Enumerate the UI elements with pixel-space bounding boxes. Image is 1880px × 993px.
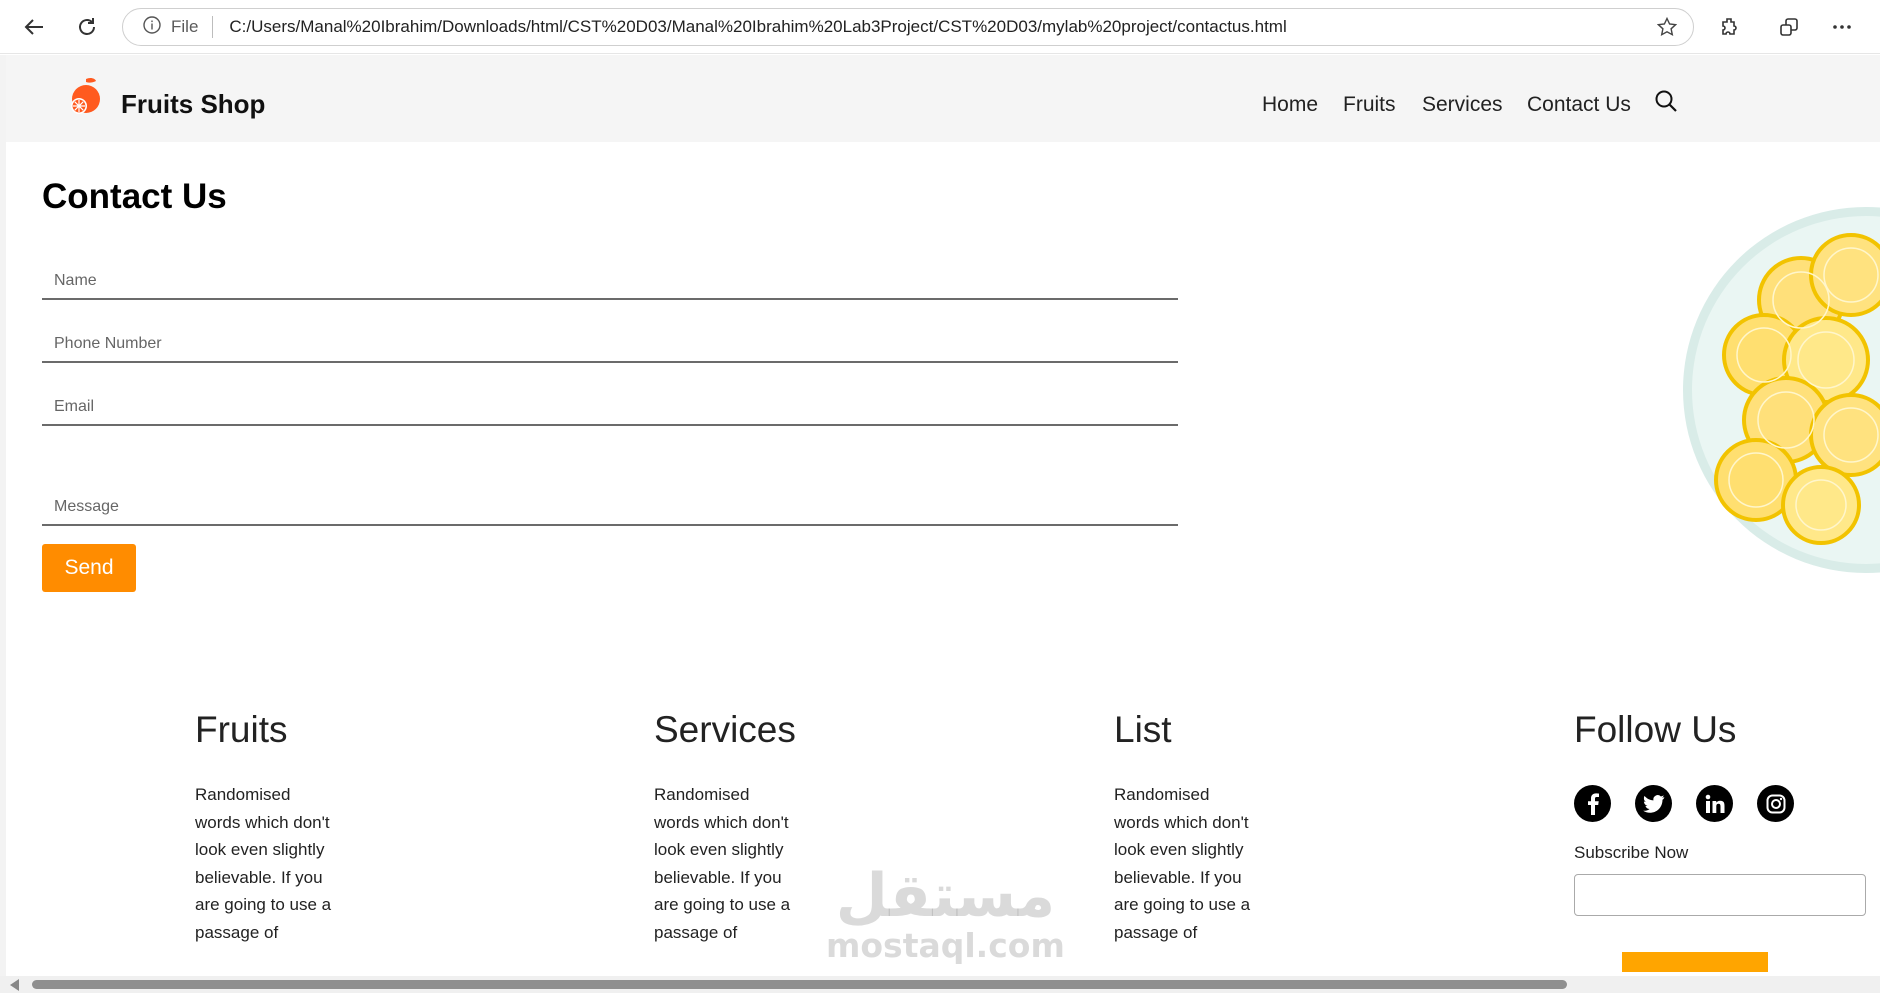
footer-services-title: Services bbox=[654, 709, 796, 750]
facebook-icon[interactable] bbox=[1574, 785, 1611, 822]
address-separator bbox=[212, 16, 214, 38]
email-input[interactable] bbox=[42, 398, 1178, 416]
footer-fruits-text: Randomised words which don't look even s… bbox=[195, 785, 332, 942]
watermark-latin: mostaql.com bbox=[826, 926, 1065, 965]
horizontal-scrollbar[interactable] bbox=[0, 976, 1880, 993]
linkedin-icon[interactable] bbox=[1696, 785, 1733, 822]
name-field[interactable] bbox=[42, 248, 1178, 300]
collections-icon[interactable] bbox=[1774, 12, 1804, 42]
page-title: Contact Us bbox=[42, 177, 227, 216]
nav-contact-us[interactable]: Contact Us bbox=[1527, 93, 1631, 117]
file-label: File bbox=[171, 17, 199, 36]
lemon-plate-image bbox=[1676, 205, 1880, 575]
twitter-icon[interactable] bbox=[1635, 785, 1672, 822]
name-input[interactable] bbox=[42, 272, 1178, 290]
phone-input[interactable] bbox=[42, 335, 1178, 353]
back-icon[interactable] bbox=[17, 10, 51, 44]
instagram-icon[interactable] bbox=[1757, 785, 1794, 822]
footer-list-title: List bbox=[1114, 709, 1172, 750]
footer-column-fruits: Fruits Randomised words which don't look… bbox=[195, 709, 495, 946]
message-input[interactable] bbox=[42, 498, 1178, 516]
watermark-arabic: مستقل bbox=[835, 861, 1056, 931]
extensions-icon[interactable] bbox=[1715, 12, 1745, 42]
subscribe-email-input[interactable] bbox=[1574, 874, 1866, 916]
more-icon[interactable] bbox=[1827, 12, 1857, 42]
footer-list-text: Randomised words which don't look even s… bbox=[1114, 785, 1251, 942]
send-button[interactable]: Send bbox=[42, 544, 136, 592]
brand-name[interactable]: Fruits Shop bbox=[121, 89, 265, 120]
nav-home[interactable]: Home bbox=[1262, 93, 1318, 117]
message-field[interactable] bbox=[42, 474, 1178, 526]
subscribe-label: Subscribe Now bbox=[1574, 843, 1689, 862]
url-text[interactable]: C:/Users/Manal%20Ibrahim/Downloads/html/… bbox=[229, 17, 1286, 37]
reload-icon[interactable] bbox=[70, 10, 104, 44]
page-viewport: Fruits Shop Home Fruits Services Contact… bbox=[6, 55, 1880, 993]
footer-column-follow: Follow Us bbox=[1574, 709, 1874, 751]
phone-field[interactable] bbox=[42, 311, 1178, 363]
info-icon[interactable] bbox=[143, 15, 161, 39]
address-bar[interactable]: File C:/Users/Manal%20Ibrahim/Downloads/… bbox=[122, 8, 1694, 46]
subscribe-button[interactable] bbox=[1622, 952, 1768, 972]
scrollbar-thumb[interactable] bbox=[32, 980, 1567, 989]
footer-column-list: List Randomised words which don't look e… bbox=[1114, 709, 1414, 946]
fruit-logo-icon[interactable] bbox=[64, 75, 108, 124]
scroll-left-icon[interactable] bbox=[10, 979, 19, 991]
footer-fruits-title: Fruits bbox=[195, 709, 288, 750]
nav-fruits[interactable]: Fruits bbox=[1343, 93, 1396, 117]
email-field[interactable] bbox=[42, 374, 1178, 426]
nav-services[interactable]: Services bbox=[1422, 93, 1503, 117]
browser-toolbar: File C:/Users/Manal%20Ibrahim/Downloads/… bbox=[0, 0, 1880, 54]
star-icon[interactable] bbox=[1656, 16, 1678, 42]
mostaql-watermark: مستقل mostaql.com bbox=[826, 865, 1065, 965]
search-icon[interactable] bbox=[1654, 89, 1678, 118]
footer-follow-title: Follow Us bbox=[1574, 709, 1737, 750]
social-links bbox=[1574, 785, 1794, 822]
site-header: Fruits Shop Home Fruits Services Contact… bbox=[6, 55, 1880, 142]
footer-services-text: Randomised words which don't look even s… bbox=[654, 785, 791, 942]
